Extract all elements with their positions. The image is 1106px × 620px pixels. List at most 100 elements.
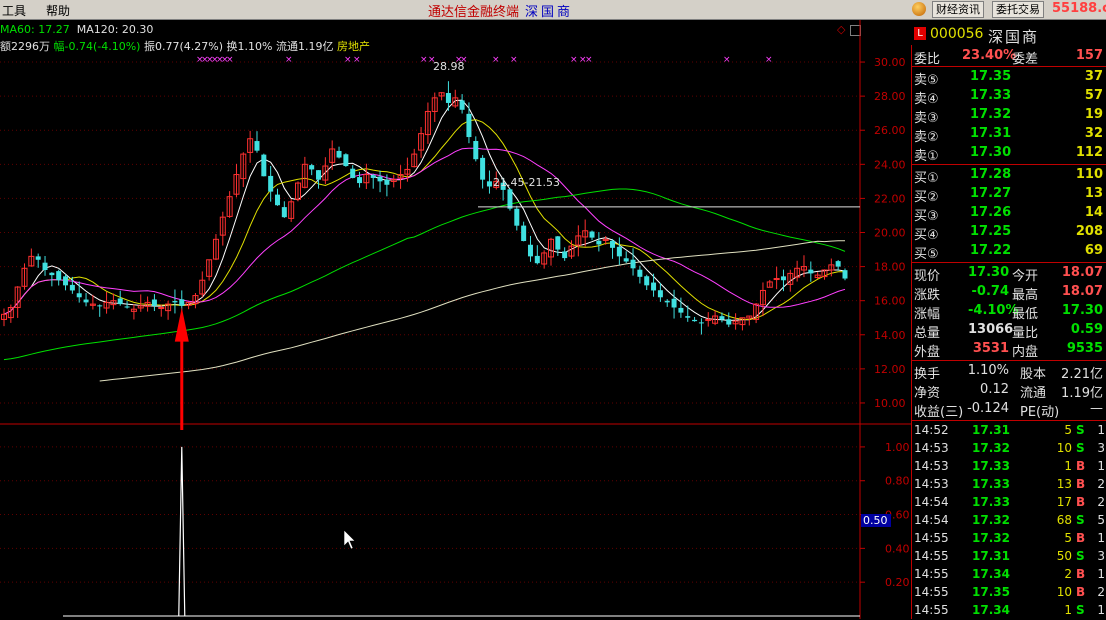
ask-row[interactable]: 卖③ 17.32 19 — [912, 106, 1105, 126]
candle-body — [623, 258, 629, 262]
separator — [912, 262, 1106, 263]
candle-body — [377, 176, 383, 182]
ask-row[interactable]: 卖⑤ 17.35 37 — [912, 68, 1105, 88]
signal-mark-icon: × — [492, 55, 500, 65]
stock-code: 000056 — [930, 26, 984, 42]
stat-value: 18.07 — [1061, 284, 1103, 299]
bid-row[interactable]: 买⑤ 17.22 69 — [912, 242, 1105, 262]
candle-body — [336, 150, 342, 158]
trade-row: 14:55 17.35 10 B 2 — [912, 584, 1106, 602]
bid-row[interactable]: 买② 17.27 13 — [912, 185, 1105, 205]
trade-price: 17.33 — [972, 495, 1010, 509]
candles — [1, 81, 848, 335]
stat-label: 总量 — [914, 326, 941, 341]
ask-label: 卖④ — [914, 92, 939, 107]
candle-body — [671, 298, 677, 308]
candle-body — [527, 244, 533, 257]
trade-time: 14:54 — [914, 513, 949, 527]
signal-mark-icon: × — [226, 55, 234, 65]
stat-value: 1.10% — [967, 363, 1009, 378]
bid-label: 买④ — [914, 228, 939, 243]
candle-body — [151, 299, 157, 306]
candle-body — [343, 154, 349, 167]
indicator-plot — [63, 446, 860, 617]
candle-body — [780, 276, 786, 281]
trade-row: 14:54 17.33 17 B 2 — [912, 494, 1106, 512]
trade-count: 2 — [1097, 495, 1105, 509]
range-annotation: 21.45-21.53 — [493, 176, 560, 189]
trade-count: 5 — [1097, 513, 1105, 527]
stat-label: 现价 — [914, 269, 941, 284]
candle-body — [179, 299, 185, 306]
candle-body — [835, 261, 841, 267]
bid-row[interactable]: 买① 17.28 110 — [912, 166, 1105, 186]
trade-volume: 2 — [1064, 567, 1072, 581]
candle-body — [589, 231, 595, 238]
stat-value: -0.74 — [971, 284, 1009, 299]
signal-mark-icon: × — [420, 55, 428, 65]
candle-body — [274, 194, 280, 206]
stat-label: 最高 — [1012, 288, 1039, 303]
trade-volume: 68 — [1056, 513, 1072, 527]
ratio-value: 23.40% — [962, 48, 1017, 63]
stat-label: 收益(三) — [914, 405, 964, 420]
ask-label: 卖② — [914, 130, 939, 145]
indicator-tick-label: 0.20 — [885, 576, 910, 589]
ask-volume: 19 — [1084, 107, 1103, 122]
candle-body — [616, 246, 622, 257]
price-tick-label: 30.00 — [874, 56, 906, 69]
kline-chart[interactable]: ××××××× × × × × × ×× × × × ×× × × 30.00 28.00 26.00 24.… — [0, 0, 911, 619]
bid-label: 买② — [914, 190, 939, 205]
separator — [912, 66, 1106, 67]
trade-price: 17.32 — [972, 531, 1010, 545]
ask-row[interactable]: 卖② 17.31 32 — [912, 125, 1105, 145]
stat-label: 流通 — [1020, 386, 1047, 401]
candle-body — [254, 141, 260, 151]
trade-side: S — [1076, 423, 1085, 437]
candle-body — [117, 298, 123, 305]
trade-row: 14:54 17.32 68 S 5 — [912, 512, 1106, 530]
candle-body — [158, 307, 165, 309]
bid-row[interactable]: 买④ 17.25 208 — [912, 223, 1105, 243]
candle-body — [473, 141, 479, 160]
stat-value: 0.12 — [980, 382, 1009, 397]
ask-row[interactable]: 卖④ 17.33 57 — [912, 87, 1105, 107]
candle-body — [480, 157, 486, 180]
candle-body — [486, 181, 492, 187]
signal-mark-icon: × — [285, 55, 293, 65]
signal-mark-icon: × — [723, 55, 731, 65]
stat-value: 9535 — [1066, 341, 1103, 356]
trade-count: 3 — [1097, 441, 1105, 455]
trade-row: 14:53 17.32 10 S 3 — [912, 440, 1106, 458]
trade-button[interactable]: 委托交易 — [992, 1, 1044, 18]
ask-row[interactable]: 卖① 17.30 112 — [912, 144, 1105, 164]
stat-value: 18.07 — [1061, 265, 1103, 280]
candle-body — [521, 225, 527, 242]
ma60-line — [3, 188, 846, 361]
stat-label: 外盘 — [914, 345, 941, 360]
candle-body — [562, 251, 568, 259]
trade-side: S — [1076, 513, 1085, 527]
bid-price: 17.25 — [970, 224, 1012, 239]
trade-price: 17.31 — [972, 423, 1010, 437]
candle-body — [507, 189, 513, 209]
stat-row: 涨幅 -4.10% 最低 17.30 — [912, 302, 1105, 322]
bid-row[interactable]: 买③ 17.26 14 — [912, 204, 1105, 224]
candle-body — [657, 290, 663, 298]
stat-value: -4.10% — [968, 303, 1019, 318]
candle-body — [719, 316, 725, 320]
candle-body — [705, 318, 712, 321]
candle-body — [309, 165, 315, 170]
stat-label: 量比 — [1012, 326, 1039, 341]
stat-value: 1.19亿 — [1061, 386, 1103, 401]
news-button[interactable]: 财经资讯 — [932, 1, 984, 18]
trade-count: 1 — [1097, 459, 1105, 473]
candle-body — [56, 271, 62, 281]
candle-body — [610, 240, 616, 248]
stat-label: 最低 — [1012, 307, 1039, 322]
trade-time: 14:54 — [914, 495, 949, 509]
trade-volume: 50 — [1056, 549, 1072, 563]
signal-mark-icon: × — [570, 55, 578, 65]
trade-time: 14:55 — [914, 531, 949, 545]
ratio-label: 委比 — [914, 52, 941, 67]
